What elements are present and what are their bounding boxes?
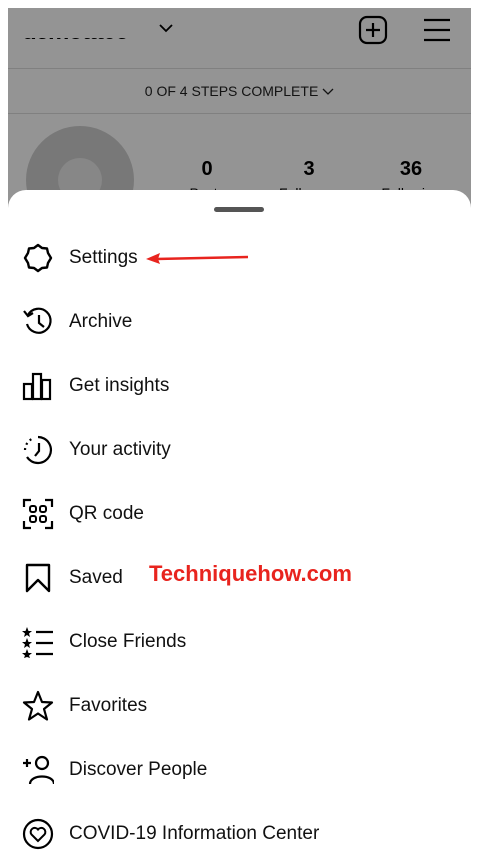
menu-item-favorites[interactable]: Favorites xyxy=(8,676,471,736)
menu-item-label: Close Friends xyxy=(69,631,187,652)
menu-item-covid-info-center[interactable]: COVID-19 Information Center xyxy=(8,804,471,852)
menu-item-label: Settings xyxy=(69,247,138,268)
watermark-text: Techniquehow.com xyxy=(149,561,352,586)
archive-history-icon xyxy=(23,307,52,334)
menu-item-label: Get insights xyxy=(69,375,170,396)
gear-icon xyxy=(23,243,53,273)
menu-item-label: Archive xyxy=(69,311,133,332)
menu-item-discover-people[interactable]: Discover People xyxy=(8,740,471,800)
bar-chart-icon xyxy=(22,372,52,401)
menu-item-close-friends[interactable]: Close Friends xyxy=(8,612,471,672)
menu-item-your-activity[interactable]: Your activity xyxy=(8,420,471,480)
menu-item-label: QR code xyxy=(69,503,144,524)
activity-clock-icon xyxy=(23,435,53,465)
menu-item-label: Discover People xyxy=(69,759,208,780)
annotation-arrow xyxy=(146,253,248,264)
screen-frame: demottt0e 0 OF 4 STEPS COMPLETE 0 Posts … xyxy=(8,8,471,852)
menu-item-label: Favorites xyxy=(69,695,148,716)
sheet-drag-handle[interactable] xyxy=(214,207,264,212)
star-icon xyxy=(22,690,54,721)
menu-item-archive[interactable]: Archive xyxy=(8,292,471,352)
options-bottom-sheet: Settings Archive Get insights Your activ… xyxy=(8,190,471,852)
add-person-icon xyxy=(23,755,54,785)
menu-item-label: Saved xyxy=(69,567,123,588)
qr-code-icon xyxy=(22,498,54,530)
menu-item-get-insights[interactable]: Get insights xyxy=(8,356,471,416)
menu-item-label: Your activity xyxy=(69,439,171,460)
menu-item-label: COVID-19 Information Center xyxy=(69,823,320,844)
heart-info-icon xyxy=(22,818,54,850)
bookmark-icon xyxy=(25,563,51,593)
star-list-icon xyxy=(22,627,53,658)
menu-item-qr-code[interactable]: QR code xyxy=(8,484,471,544)
